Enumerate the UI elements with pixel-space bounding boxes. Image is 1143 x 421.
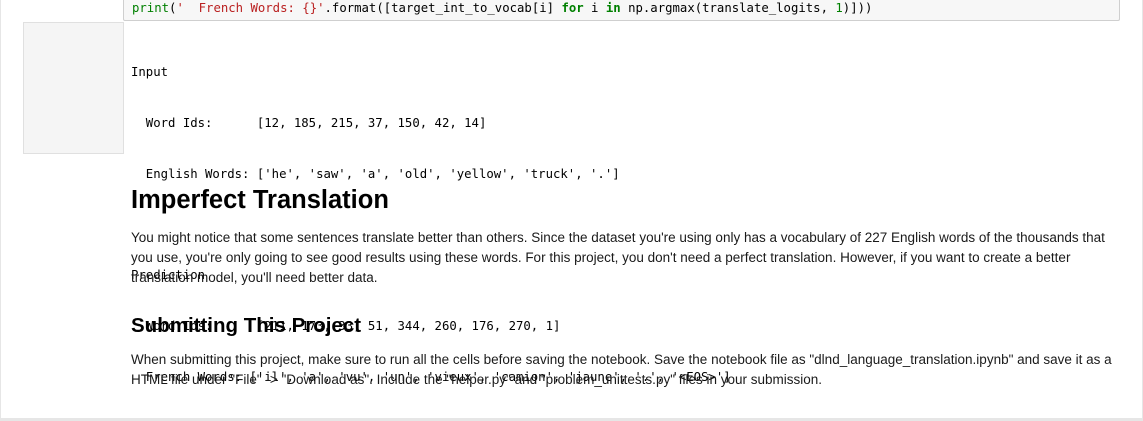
code-token: ' French Words: {}' [176,1,325,15]
code-token: .format([ [324,1,392,15]
markdown-heading-submitting: Submitting This Project [131,314,362,337]
code-token: for [561,1,584,15]
code-token: in [605,1,621,15]
markdown-heading-imperfect-translation: Imperfect Translation [131,186,389,214]
code-token: target_int_to_vocab[i] [391,1,562,15]
output-input-english-words: English Words: ['he', 'saw', 'a', 'old',… [131,167,620,181]
code-token: np.argmax(translate_logits, [620,1,836,15]
code-token: 1 [835,1,843,15]
code-token: )])) [842,1,873,15]
code-token: i [583,1,606,15]
markdown-paragraph-imperfect-translation: You might notice that some sentences tra… [131,230,1105,285]
code-token: print [132,1,170,15]
output-prompt-area [23,22,124,154]
notebook-page: print(' French Words: {}'.format([target… [0,0,1143,421]
output-input-word-ids: Word Ids: [12, 185, 215, 37, 150, 42, 14… [131,116,487,130]
code-cell-input[interactable]: print(' French Words: {}'.format([target… [123,0,1120,21]
output-input-header: Input [131,65,169,79]
markdown-paragraph-submitting: When submitting this project, make sure … [131,352,1112,387]
